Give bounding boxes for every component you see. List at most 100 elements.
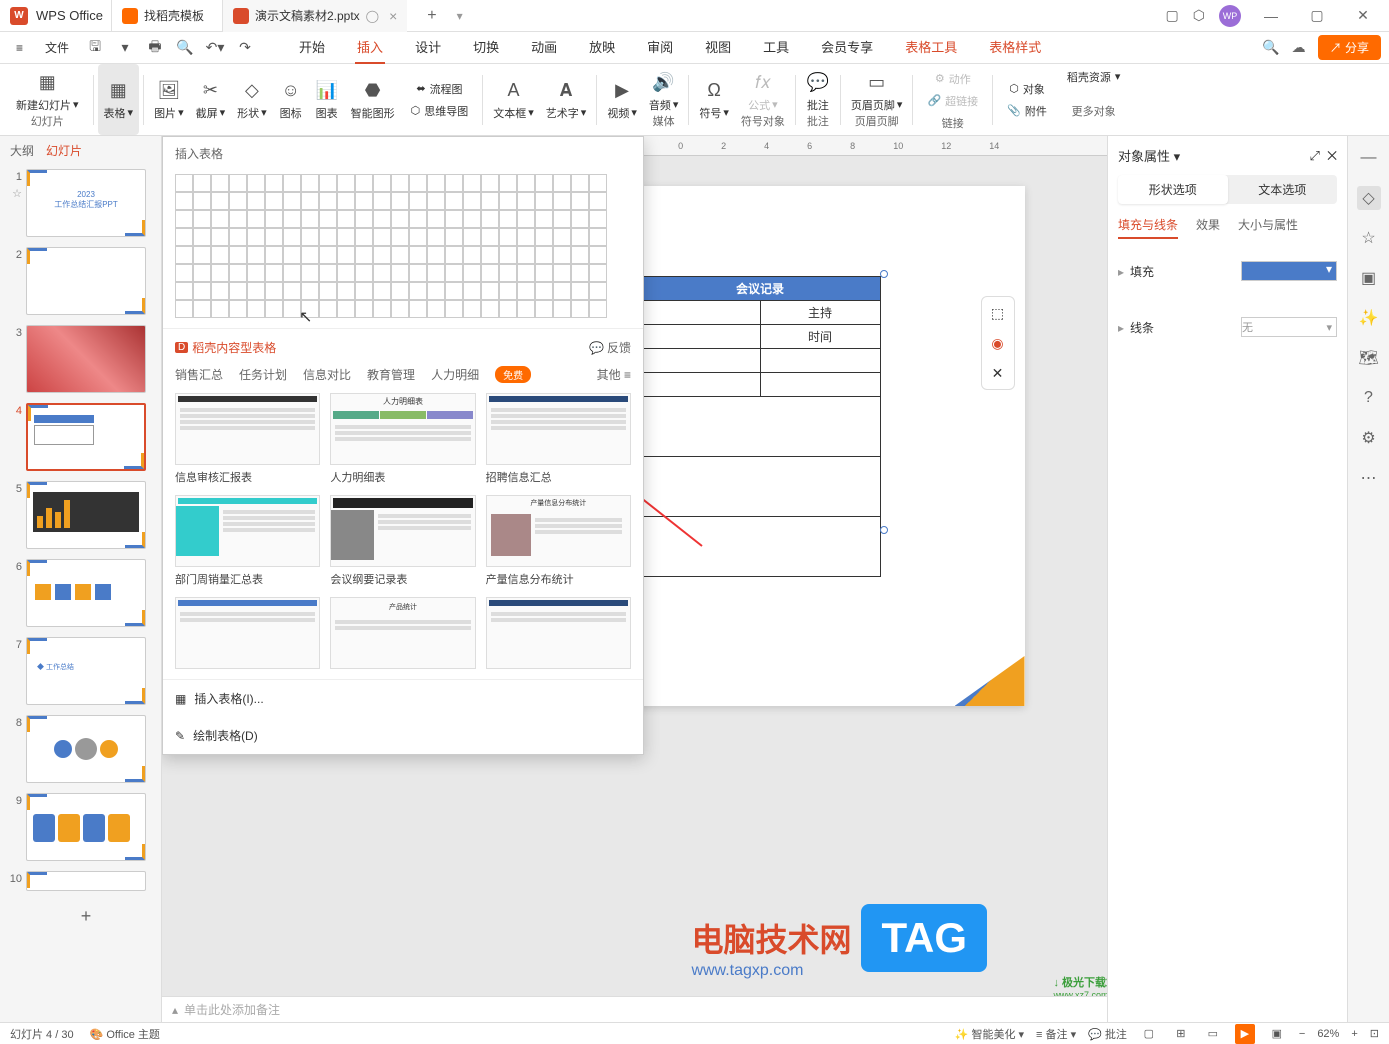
minimize-icon[interactable]: — — [1255, 8, 1287, 24]
audio-button[interactable]: 音频 ▾ — [649, 97, 679, 113]
attachment-button[interactable]: 📎 附件 — [1003, 101, 1051, 121]
shape-icon[interactable]: ◇ — [240, 79, 264, 103]
meeting-table[interactable]: 会议记录 主持 时间 — [640, 276, 881, 577]
share-button[interactable]: ↗ 分享 — [1318, 35, 1381, 60]
template-item[interactable]: 招聘信息汇总 — [486, 393, 631, 485]
smartart-button[interactable]: 智能图形 — [351, 105, 395, 121]
text-options-tab[interactable]: 文本选项 — [1228, 175, 1338, 204]
user-avatar[interactable]: WP — [1219, 5, 1241, 27]
size-props-tab[interactable]: 大小与属性 — [1238, 216, 1298, 239]
category-tab[interactable]: 销售汇总 — [175, 366, 223, 383]
header-button[interactable]: 页眉页脚 ▾ — [851, 97, 903, 113]
flowchart-button[interactable]: ⬌ 流程图 — [412, 79, 466, 99]
slide-thumbnail[interactable] — [26, 871, 146, 891]
table-cell[interactable]: 时间 — [760, 325, 880, 349]
layers-icon[interactable]: ⬚ — [986, 301, 1010, 325]
effects-tab[interactable]: 效果 — [1196, 216, 1220, 239]
close-panel-icon[interactable]: ✕ — [1327, 148, 1337, 163]
chart-button[interactable]: 图表 — [316, 105, 338, 121]
textbox-icon[interactable]: A — [502, 79, 526, 103]
tab-table-tools[interactable]: 表格工具 — [903, 31, 959, 64]
formula-icon[interactable]: 𝑓𝑥 — [751, 71, 775, 95]
selection-handle[interactable] — [880, 270, 888, 278]
symbol-button[interactable]: 符号 ▾ — [699, 105, 729, 121]
save-icon[interactable]: 🖫 — [83, 36, 107, 60]
new-slide-button[interactable]: 新建幻灯片 ▾ — [16, 97, 79, 113]
theme-indicator[interactable]: 🎨 Office 主题 — [90, 1026, 160, 1042]
chevron-right-icon[interactable]: ▸ — [1118, 265, 1124, 279]
pin-icon[interactable]: ⤢ — [1309, 148, 1319, 163]
table-header[interactable]: 会议记录 — [640, 277, 880, 301]
tab-review[interactable]: 审阅 — [645, 31, 675, 64]
print-preview-icon[interactable]: 🔍 — [173, 36, 197, 60]
insert-table-menuitem[interactable]: ▦插入表格(I)... — [163, 680, 643, 717]
tools-icon[interactable]: ✕ — [986, 361, 1010, 385]
close-window-icon[interactable]: ✕ — [1347, 7, 1379, 24]
video-icon[interactable]: ▶ — [610, 79, 634, 103]
slide-thumbnail[interactable] — [26, 403, 146, 471]
zoom-in-icon[interactable]: + — [1351, 1028, 1357, 1040]
design-icon[interactable]: ✨ — [1357, 306, 1381, 330]
tab-menu-icon[interactable]: ▾ — [457, 9, 463, 23]
sorter-view-icon[interactable]: ⊞ — [1171, 1024, 1191, 1044]
clipboard-icon[interactable]: ▣ — [1357, 266, 1381, 290]
close-tab-icon[interactable]: × — [389, 8, 397, 24]
template-item[interactable]: 产品统计 — [330, 597, 475, 669]
tab-view[interactable]: 视图 — [703, 31, 733, 64]
template-item[interactable]: 产量信息分布统计产量信息分布统计 — [486, 495, 631, 587]
template-item[interactable] — [486, 597, 631, 669]
tab-animation[interactable]: 动画 — [529, 31, 559, 64]
collapse-icon[interactable]: — — [1357, 146, 1381, 170]
symbol-icon[interactable]: Ω — [702, 79, 726, 103]
tab-design[interactable]: 设计 — [413, 31, 443, 64]
new-tab-button[interactable]: + — [415, 7, 448, 25]
tab-document[interactable]: 演示文稿素材2.pptx ◯ × — [222, 0, 407, 32]
template-item[interactable] — [175, 597, 320, 669]
formula-button[interactable]: 公式 ▾ — [748, 97, 778, 113]
object-button[interactable]: ⬡ 对象 — [1005, 79, 1049, 99]
table-button[interactable]: 表格 ▾ — [104, 105, 134, 121]
zoom-out-icon[interactable]: − — [1299, 1028, 1305, 1040]
more-icon[interactable]: ⋯ — [1357, 466, 1381, 490]
slide-thumbnail[interactable] — [26, 793, 146, 861]
smart-beautify-button[interactable]: ✨ 智能美化 ▾ — [955, 1026, 1024, 1042]
video-button[interactable]: 视频 ▾ — [607, 105, 637, 121]
slides-tab[interactable]: 幻灯片 — [46, 142, 82, 159]
layout-icon[interactable]: ▢ — [1166, 7, 1179, 24]
tab-slideshow[interactable]: 放映 — [587, 31, 617, 64]
table-icon[interactable]: ▦ — [106, 79, 130, 103]
slide-thumbnail[interactable] — [26, 481, 146, 549]
other-dropdown[interactable]: 其他 ≡ — [597, 366, 631, 383]
picture-button[interactable]: 图片 ▾ — [154, 105, 184, 121]
slide-thumbnail[interactable]: ◆ 工作总结 — [26, 637, 146, 705]
tab-tools[interactable]: 工具 — [761, 31, 791, 64]
normal-view-icon[interactable]: ▢ — [1139, 1024, 1159, 1044]
help-icon[interactable]: ? — [1357, 386, 1381, 410]
shape-options-tab[interactable]: 形状选项 — [1118, 175, 1228, 204]
icons-icon[interactable]: ☺ — [279, 79, 303, 103]
search-icon[interactable]: 🔍 — [1262, 39, 1279, 56]
wordart-icon[interactable]: 𝐀 — [554, 79, 578, 103]
smartart-icon[interactable]: ⬣ — [361, 79, 385, 103]
template-item[interactable]: 会议纲要记录表 — [330, 495, 475, 587]
screenshot-button[interactable]: 截屏 ▾ — [196, 105, 226, 121]
presenter-view-icon[interactable]: ▣ — [1267, 1024, 1287, 1044]
wordart-button[interactable]: 艺术字 ▾ — [546, 105, 587, 121]
undo-icon[interactable]: ↶▾ — [203, 36, 227, 60]
shape-button[interactable]: 形状 ▾ — [237, 105, 267, 121]
slide-thumbnail[interactable]: 2023工作总结汇报PPT — [26, 169, 146, 237]
tab-member[interactable]: 会员专享 — [819, 31, 875, 64]
fill-line-tab[interactable]: 填充与线条 — [1118, 216, 1178, 239]
mindmap-button[interactable]: ⬡ 思维导图 — [407, 101, 473, 121]
properties-icon[interactable]: ◇ — [1357, 186, 1381, 210]
outline-tab[interactable]: 大纲 — [10, 142, 34, 159]
zoom-level[interactable]: 62% — [1317, 1028, 1339, 1040]
tab-insert[interactable]: 插入 — [355, 31, 385, 64]
save-dropdown-icon[interactable]: ▾ — [113, 36, 137, 60]
template-item[interactable]: 信息审核汇报表 — [175, 393, 320, 485]
tab-templates[interactable]: 找稻壳模板 — [111, 0, 214, 32]
table-cell[interactable]: 主持 — [760, 301, 880, 325]
category-tab[interactable]: 任务计划 — [239, 366, 287, 383]
chevron-right-icon[interactable]: ▸ — [1118, 321, 1124, 335]
screenshot-icon[interactable]: ✂ — [198, 79, 222, 103]
